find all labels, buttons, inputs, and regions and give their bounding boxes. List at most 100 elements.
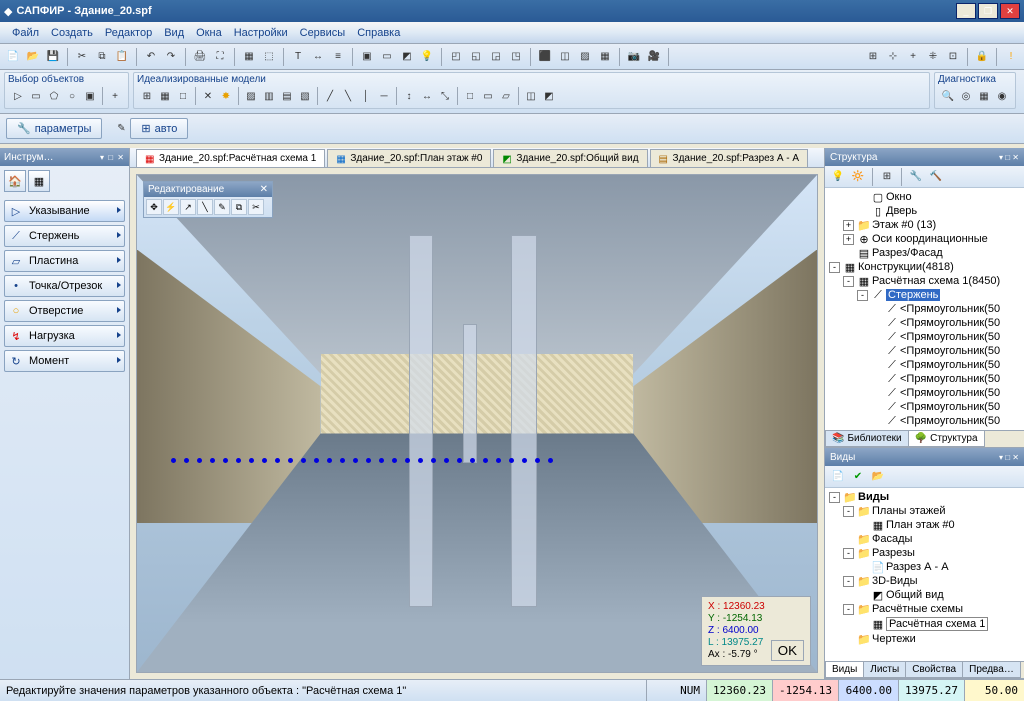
- zoom-fit-icon[interactable]: ⛶: [212, 49, 228, 65]
- open-icon[interactable]: 📂: [25, 49, 41, 65]
- id-mesh4-icon[interactable]: ▧: [297, 88, 313, 104]
- diag2-icon[interactable]: ◎: [958, 88, 974, 104]
- expand-icon[interactable]: +: [843, 220, 854, 231]
- view-3d-icon[interactable]: ◩: [399, 49, 415, 65]
- menu-help[interactable]: Справка: [351, 25, 406, 41]
- menu-file[interactable]: Файл: [6, 25, 45, 41]
- fold-icon[interactable]: 📂: [870, 469, 886, 485]
- tool-момент[interactable]: ↻Момент: [4, 350, 125, 372]
- bulb2-icon[interactable]: 🔆: [850, 169, 866, 185]
- minimize-button[interactable]: _: [956, 3, 976, 19]
- menu-view[interactable]: Вид: [158, 25, 190, 41]
- tree-node[interactable]: 📁Чертежи: [827, 632, 1022, 646]
- grid-view-icon[interactable]: ▦: [28, 170, 50, 192]
- cam2-icon[interactable]: 🎥: [646, 49, 662, 65]
- tab-views[interactable]: Виды: [825, 662, 864, 678]
- floor-icon[interactable]: ▦: [241, 49, 257, 65]
- id-p3-icon[interactable]: ▱: [498, 88, 514, 104]
- tool-пластина[interactable]: ▱Пластина: [4, 250, 125, 272]
- maximize-button[interactable]: ❐: [978, 3, 998, 19]
- tree-node[interactable]: ▦Расчётная схема 1: [827, 616, 1022, 632]
- tree-node[interactable]: ◩Общий вид: [827, 588, 1022, 602]
- et-copy-icon[interactable]: ⧉: [231, 199, 247, 215]
- tree-node[interactable]: ▦План этаж #0: [827, 518, 1022, 532]
- tool-нагрузка[interactable]: ↯Нагрузка: [4, 325, 125, 347]
- lock-icon[interactable]: 🔒: [974, 49, 990, 65]
- tree-node[interactable]: ⟋<Прямоугольник(50: [827, 386, 1022, 400]
- view-front-icon[interactable]: ▭: [379, 49, 395, 65]
- tab-structure[interactable]: 🌳Структура: [908, 431, 985, 447]
- save-icon[interactable]: 💾: [45, 49, 61, 65]
- menu-windows[interactable]: Окна: [190, 25, 228, 41]
- menu-settings[interactable]: Настройки: [228, 25, 294, 41]
- menu-editor[interactable]: Редактор: [99, 25, 158, 41]
- id-line1-icon[interactable]: ╱: [322, 88, 338, 104]
- doc-tab[interactable]: ◩Здание_20.spf:Общий вид: [493, 149, 647, 167]
- cube4-icon[interactable]: ▦: [597, 49, 613, 65]
- print-icon[interactable]: 🖨: [192, 49, 208, 65]
- et-bolt-icon[interactable]: ⚡: [163, 199, 179, 215]
- tree-node[interactable]: ⟋<Прямоугольник(50: [827, 414, 1022, 428]
- doc-tab[interactable]: ▦Здание_20.spf:Расчётная схема 1: [136, 149, 325, 167]
- tree-node[interactable]: -📁Виды: [827, 490, 1022, 504]
- diag1-icon[interactable]: 🔍: [940, 88, 956, 104]
- tree-node[interactable]: ⟋<Прямоугольник(50: [827, 330, 1022, 344]
- tree-node[interactable]: 📁Фасады: [827, 532, 1022, 546]
- sel-rect-icon[interactable]: ▭: [28, 88, 44, 104]
- house-icon[interactable]: 🏠: [4, 170, 26, 192]
- id-cross-icon[interactable]: ✕: [200, 88, 216, 104]
- expand-icon[interactable]: -: [829, 492, 840, 503]
- tree-node[interactable]: ⟋<Прямоугольник(50: [827, 302, 1022, 316]
- tree-node[interactable]: -⟋Стержень: [827, 288, 1022, 302]
- et-move-icon[interactable]: ✥: [146, 199, 162, 215]
- doc-tab[interactable]: ▦Здание_20.spf:План этаж #0: [327, 149, 491, 167]
- snap4-icon[interactable]: ⁜: [925, 49, 941, 65]
- expand-icon[interactable]: -: [843, 276, 854, 287]
- new-icon[interactable]: 📄: [5, 49, 21, 65]
- id-a1-icon[interactable]: ↕: [401, 88, 417, 104]
- box4-icon[interactable]: ◳: [508, 49, 524, 65]
- id-d2-icon[interactable]: ◩: [541, 88, 557, 104]
- snap5-icon[interactable]: ⊡: [945, 49, 961, 65]
- ok-button[interactable]: OK: [771, 640, 804, 661]
- bulb-icon[interactable]: 💡: [419, 49, 435, 65]
- tool-указывание[interactable]: ▷Указывание: [4, 200, 125, 222]
- view-top-icon[interactable]: ▣: [359, 49, 375, 65]
- id-a3-icon[interactable]: ⤡: [437, 88, 453, 104]
- menu-services[interactable]: Сервисы: [294, 25, 352, 41]
- expand-icon[interactable]: -: [843, 506, 854, 517]
- expand-icon[interactable]: -: [843, 604, 854, 615]
- box1-icon[interactable]: ◰: [448, 49, 464, 65]
- diag4-icon[interactable]: ◉: [994, 88, 1010, 104]
- paste-icon[interactable]: 📋: [114, 49, 130, 65]
- info-icon[interactable]: !: [1003, 49, 1019, 65]
- tree-node[interactable]: ▤Разрез/Фасад: [827, 246, 1022, 260]
- sel-all-icon[interactable]: ▣: [82, 88, 98, 104]
- snap2-icon[interactable]: ⊹: [885, 49, 901, 65]
- et-arrow-icon[interactable]: ↗: [180, 199, 196, 215]
- tree-node[interactable]: -▦Расчётная схема 1(8450): [827, 274, 1022, 288]
- id-line3-icon[interactable]: │: [358, 88, 374, 104]
- et-pen-icon[interactable]: ✎: [214, 199, 230, 215]
- id-mesh2-icon[interactable]: ▥: [261, 88, 277, 104]
- layer-icon[interactable]: ≡: [330, 49, 346, 65]
- id-line2-icon[interactable]: ╲: [340, 88, 356, 104]
- box2-icon[interactable]: ◱: [468, 49, 484, 65]
- parameters-button[interactable]: 🔧 параметры: [6, 118, 102, 139]
- tree-node[interactable]: +⊕Оси координационные: [827, 232, 1022, 246]
- tree-node[interactable]: 📄Разрез А - А: [827, 560, 1022, 574]
- id-mesh3-icon[interactable]: ▤: [279, 88, 295, 104]
- tool-точка/отрезок[interactable]: •Точка/Отрезок: [4, 275, 125, 297]
- wrench2-icon[interactable]: 🔧: [908, 169, 924, 185]
- tree-node[interactable]: ⟋<Прямоугольник(50: [827, 358, 1022, 372]
- tab-sheets[interactable]: Листы: [863, 662, 906, 678]
- doc-tab[interactable]: ▤Здание_20.spf:Разрез А - А: [650, 149, 809, 167]
- tree-node[interactable]: -📁3D-Виды: [827, 574, 1022, 588]
- id-grid2-icon[interactable]: ▦: [157, 88, 173, 104]
- snap3-icon[interactable]: +: [905, 49, 921, 65]
- tool-отверстие[interactable]: ○Отверстие: [4, 300, 125, 322]
- box3-icon[interactable]: ◲: [488, 49, 504, 65]
- expand-icon[interactable]: -: [857, 290, 868, 301]
- sel-add-icon[interactable]: +: [107, 88, 123, 104]
- tree-node[interactable]: -📁Планы этажей: [827, 504, 1022, 518]
